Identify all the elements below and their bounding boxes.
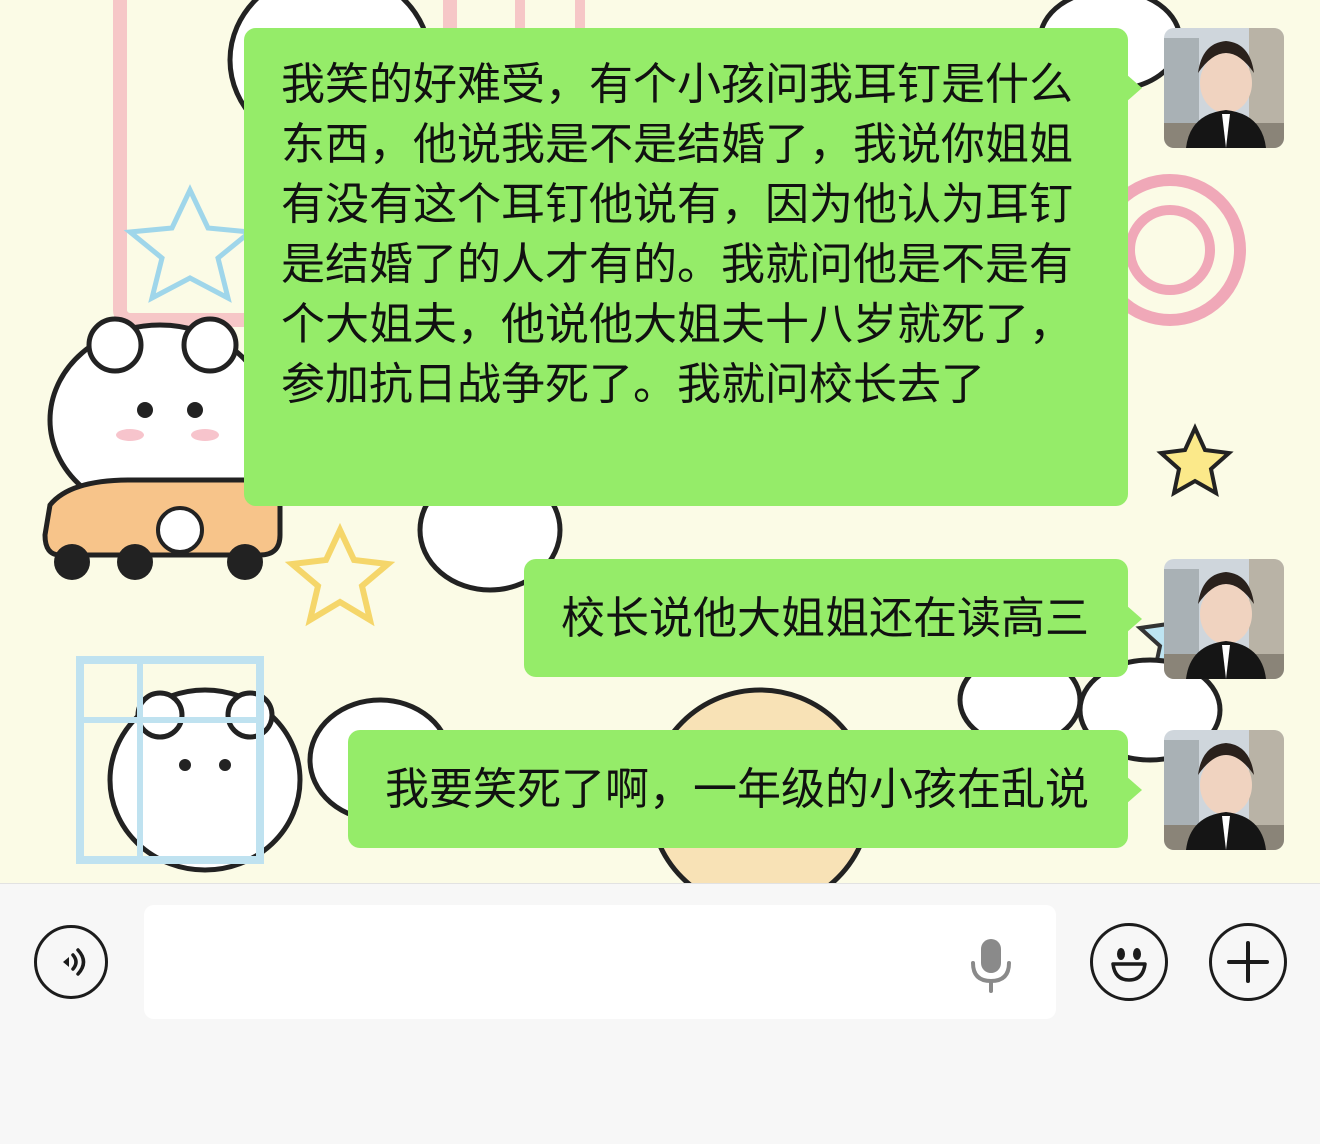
avatar-photo [1164,559,1284,679]
emoji-face-icon [1111,948,1147,982]
avatar-photo [1164,28,1284,148]
message-input[interactable] [144,905,1056,1019]
avatar[interactable] [1164,559,1284,679]
microphone-icon[interactable] [966,937,1016,993]
avatar[interactable] [1164,730,1284,850]
plus-icon [1227,941,1269,983]
avatar[interactable] [1164,28,1284,148]
message-row: 我要笑死了啊，一年级的小孩在乱说 [348,730,1284,850]
avatar-photo [1164,730,1284,850]
message-text: 校长说他大姐姐还在读高三 [561,593,1089,644]
voice-toggle-button[interactable] [34,925,108,999]
message-text: 我要笑死了啊，一年级的小孩在乱说 [385,764,1089,815]
voice-toggle-icon [63,948,86,976]
message-text: 我笑的好难受，有个小孩问我耳钉是什么东西，他说我是不是结婚了，我说你姐姐有没有这… [281,59,1073,410]
chat-area[interactable]: 我笑的好难受，有个小孩问我耳钉是什么东西，他说我是不是结婚了，我说你姐姐有没有这… [0,0,1320,883]
message-row: 校长说他大姐姐还在读高三 [524,559,1284,679]
input-bar [0,883,1320,1144]
message-bubble[interactable]: 我要笑死了啊，一年级的小孩在乱说 [348,730,1142,848]
emoji-button[interactable] [1090,923,1168,1001]
message-row: 我笑的好难受，有个小孩问我耳钉是什么东西，他说我是不是结婚了，我说你姐姐有没有这… [244,28,1284,506]
message-bubble[interactable]: 校长说他大姐姐还在读高三 [524,559,1142,677]
more-button[interactable] [1209,923,1287,1001]
message-bubble[interactable]: 我笑的好难受，有个小孩问我耳钉是什么东西，他说我是不是结婚了，我说你姐姐有没有这… [244,28,1142,506]
